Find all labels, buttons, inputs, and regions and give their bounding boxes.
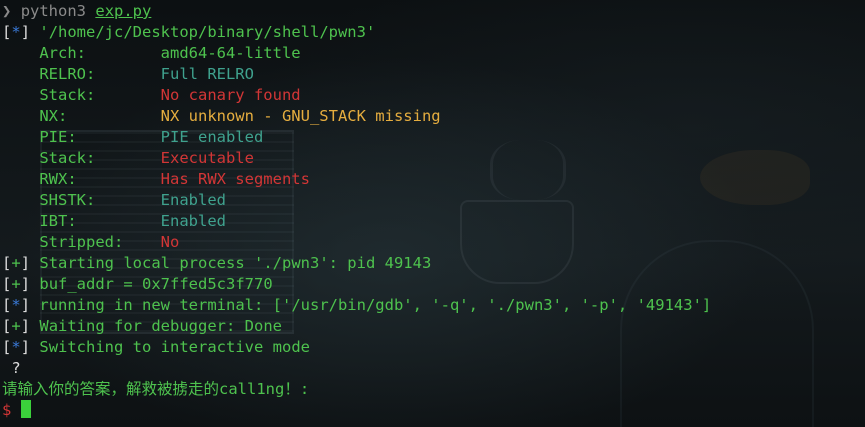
info-tag: * bbox=[11, 296, 21, 314]
program-output-question: ? bbox=[2, 358, 711, 379]
success-tag: + bbox=[11, 275, 21, 293]
log-line: [+] Waiting for debugger: Done bbox=[2, 317, 282, 335]
checksec-key: Stack: bbox=[39, 86, 96, 104]
success-tag: + bbox=[11, 254, 21, 272]
program-output-message: 请输入你的答案，解救被掳走的call1ng！: bbox=[2, 379, 711, 400]
checksec-key: SHSTK: bbox=[39, 191, 96, 209]
question-text: ? bbox=[2, 359, 21, 377]
command-name: python3 bbox=[20, 2, 87, 20]
checksec-stripped: Stripped: No bbox=[2, 232, 711, 253]
log-text: Switching to interactive mode bbox=[39, 338, 310, 356]
binary-path: '/home/jc/Desktop/binary/shell/pwn3' bbox=[39, 23, 376, 41]
shell-prompt: $ bbox=[2, 401, 12, 419]
checksec-value: Enabled bbox=[160, 212, 226, 230]
checksec-value: Has RWX segments bbox=[160, 170, 310, 188]
log-text: Starting local process './pwn3': pid 491… bbox=[39, 254, 432, 272]
log-line: [*] running in new terminal: ['/usr/bin/… bbox=[2, 296, 712, 314]
checksec-shstk: SHSTK: Enabled bbox=[2, 190, 711, 211]
log-line: [+] buf_addr = 0x7ffed5c3f770 bbox=[2, 275, 273, 293]
checksec-value: Full RELRO bbox=[160, 65, 254, 83]
checksec-key: Stack: bbox=[39, 149, 96, 167]
checksec-ibt: IBT: Enabled bbox=[2, 211, 711, 232]
checksec-rwx: RWX: Has RWX segments bbox=[2, 169, 711, 190]
terminal-window[interactable]: ❯ python3 exp.py [*] '/home/jc/Desktop/b… bbox=[0, 0, 865, 427]
checksec-stack-exec: Stack: Executable bbox=[2, 148, 711, 169]
terminal-output: ❯ python3 exp.py [*] '/home/jc/Desktop/b… bbox=[2, 1, 711, 421]
checksec-value: amd64-64-little bbox=[160, 44, 301, 62]
log-line: [+] Starting local process './pwn3': pid… bbox=[2, 254, 432, 272]
checksec-value: NX unknown - GNU_STACK missing bbox=[160, 107, 441, 125]
command-line: ❯ python3 exp.py bbox=[2, 1, 711, 22]
prompt-message: 请输入你的答案，解救被掳走的call1ng！: bbox=[2, 380, 310, 398]
checksec-key: Stripped: bbox=[39, 233, 124, 251]
file-path-line: [*] '/home/jc/Desktop/binary/shell/pwn3' bbox=[2, 23, 376, 41]
checksec-key: NX: bbox=[39, 107, 68, 125]
prompt-chevron-icon: ❯ bbox=[2, 2, 12, 20]
log-text: buf_addr = 0x7ffed5c3f770 bbox=[39, 275, 273, 293]
log-text: running in new terminal: ['/usr/bin/gdb'… bbox=[39, 296, 712, 314]
checksec-value: Executable bbox=[160, 149, 254, 167]
checksec-arch: Arch: amd64-64-little bbox=[2, 43, 711, 64]
checksec-key: RELRO: bbox=[39, 65, 96, 83]
checksec-key: IBT: bbox=[39, 212, 77, 230]
info-tag: * bbox=[11, 338, 21, 356]
checksec-value: Enabled bbox=[160, 191, 226, 209]
checksec-stack: Stack: No canary found bbox=[2, 85, 711, 106]
shell-input-line[interactable]: $ bbox=[2, 400, 711, 421]
checksec-value: No bbox=[160, 233, 180, 251]
checksec-value: No canary found bbox=[160, 86, 301, 104]
text-cursor[interactable] bbox=[20, 400, 31, 418]
checksec-pie: PIE: PIE enabled bbox=[2, 127, 711, 148]
checksec-relro: RELRO: Full RELRO bbox=[2, 64, 711, 85]
checksec-value: PIE enabled bbox=[160, 128, 264, 146]
script-name: exp.py bbox=[95, 2, 152, 20]
checksec-key: Arch: bbox=[39, 44, 86, 62]
checksec-nx: NX: NX unknown - GNU_STACK missing bbox=[2, 106, 711, 127]
checksec-key: RWX: bbox=[39, 170, 77, 188]
info-tag: * bbox=[11, 23, 21, 41]
wallpaper-fish bbox=[700, 150, 810, 205]
log-text: Waiting for debugger: Done bbox=[39, 317, 282, 335]
success-tag: + bbox=[11, 317, 21, 335]
log-line: [*] Switching to interactive mode bbox=[2, 338, 310, 356]
checksec-key: PIE: bbox=[39, 128, 77, 146]
